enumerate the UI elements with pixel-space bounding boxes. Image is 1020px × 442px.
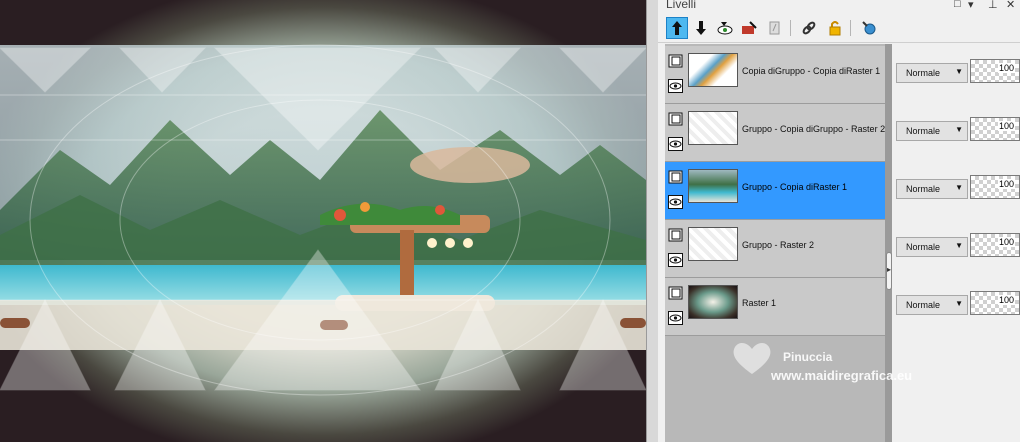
eye-icon[interactable]	[668, 79, 683, 93]
layer-visibility-toggle-icon[interactable]	[668, 54, 683, 68]
new-mask-layer-icon	[717, 22, 733, 35]
blend-mode-value: Normale	[906, 184, 941, 194]
layer-row[interactable]: Copia diGruppo - Copia diRaster 1	[665, 46, 885, 104]
chevron-down-icon: ▼	[955, 125, 963, 134]
blend-mode-value: Normale	[906, 242, 941, 252]
new-raster-layer-icon	[672, 21, 682, 35]
opacity-value: 100	[997, 63, 1015, 73]
watermark-name: Pinuccia	[783, 350, 833, 364]
duplicate-layer-icon	[769, 21, 780, 35]
opacity-field[interactable]: 100	[970, 117, 1020, 141]
blend-mode-value: Normale	[906, 68, 941, 78]
layer-visibility-toggle-icon[interactable]	[668, 112, 683, 126]
layer-row[interactable]: Gruppo - Copia diGruppo - Raster 2	[665, 104, 885, 162]
layer-blend-row: Normale ▼ 100	[894, 104, 1020, 162]
eye-icon[interactable]	[668, 137, 683, 151]
blend-mode-value: Normale	[906, 126, 941, 136]
delete-layer-icon	[862, 21, 876, 35]
new-mask-layer-button[interactable]	[714, 17, 736, 39]
layer-blend-row: Normale ▼ 100	[894, 162, 1020, 220]
layer-thumbnail[interactable]	[688, 227, 738, 261]
layer-visibility-toggle-icon[interactable]	[668, 228, 683, 242]
layer-name[interactable]: Raster 1	[742, 298, 776, 308]
eye-icon[interactable]	[668, 253, 683, 267]
blend-mode-select[interactable]: Normale ▼	[896, 121, 968, 141]
blend-mode-select[interactable]: Normale ▼	[896, 237, 968, 257]
canvas-artwork	[0, 0, 646, 442]
layer-name[interactable]: Gruppo - Copia diRaster 1	[742, 182, 847, 192]
opacity-value: 100	[997, 121, 1015, 131]
blend-mode-select[interactable]: Normale ▼	[896, 295, 968, 315]
lock-layer-icon	[829, 21, 841, 36]
expand-arrow-icon[interactable]: ▸	[887, 265, 891, 274]
new-adjustment-layer-button[interactable]	[738, 17, 760, 39]
layer-blend-row: Normale ▼ 100	[894, 46, 1020, 104]
layer-thumbnail[interactable]	[688, 169, 738, 203]
new-vector-layer-button[interactable]	[690, 17, 712, 39]
blend-mode-select[interactable]: Normale ▼	[896, 179, 968, 199]
pin-icon[interactable]: ⊥	[988, 0, 998, 11]
panel-titlebar: Livelli □ ▾ ⊥ ✕	[658, 0, 1020, 13]
layer-thumbnail[interactable]	[688, 53, 738, 87]
chevron-down-icon: ▼	[955, 183, 963, 192]
opacity-field[interactable]: 100	[970, 175, 1020, 199]
layer-blend-row: Normale ▼ 100	[894, 278, 1020, 336]
opacity-field[interactable]: 100	[970, 233, 1020, 257]
blend-mode-value: Normale	[906, 300, 941, 310]
opacity-value: 100	[997, 295, 1015, 305]
layer-name[interactable]: Copia diGruppo - Copia diRaster 1	[742, 66, 880, 76]
new-raster-layer-button[interactable]	[666, 17, 688, 39]
eye-icon[interactable]	[668, 311, 683, 325]
chevron-down-icon: ▼	[955, 299, 963, 308]
chevron-down-icon: ▼	[955, 241, 963, 250]
layer-row[interactable]: Gruppo - Raster 2	[665, 220, 885, 278]
layer-blend-row: Normale ▼ 100	[894, 220, 1020, 278]
layer-name[interactable]: Gruppo - Copia diGruppo - Raster 2	[742, 124, 885, 134]
opacity-value: 100	[997, 237, 1015, 247]
duplicate-layer-button[interactable]	[764, 17, 786, 39]
lock-layer-button[interactable]	[824, 17, 846, 39]
dropdown-icon[interactable]: ▾	[968, 0, 974, 11]
watermark-url: www.maidiregrafica.eu	[771, 368, 913, 383]
heart-logo-icon	[733, 343, 771, 374]
layer-row[interactable]: Gruppo - Copia diRaster 1	[665, 162, 885, 220]
link-layer-button[interactable]	[798, 17, 820, 39]
layer-visibility-toggle-icon[interactable]	[668, 170, 683, 184]
watermark: Pinuccia www.maidiregrafica.eu	[723, 330, 943, 390]
close-icon[interactable]: ✕	[1006, 0, 1015, 11]
opacity-value: 100	[997, 179, 1015, 189]
eye-icon[interactable]	[668, 195, 683, 209]
blend-mode-select[interactable]: Normale ▼	[896, 63, 968, 83]
layer-name[interactable]: Gruppo - Raster 2	[742, 240, 814, 250]
chevron-down-icon: ▼	[955, 67, 963, 76]
restore-icon[interactable]: □	[954, 0, 961, 10]
toolbar-separator	[790, 20, 791, 36]
new-vector-layer-icon	[696, 21, 706, 35]
layer-row[interactable]: Raster 1	[665, 278, 885, 336]
layers-toolbar	[658, 14, 1020, 43]
toolbar-separator	[850, 20, 851, 36]
opacity-field[interactable]: 100	[970, 291, 1020, 315]
opacity-field[interactable]: 100	[970, 59, 1020, 83]
layer-thumbnail[interactable]	[688, 285, 738, 319]
layer-visibility-toggle-icon[interactable]	[668, 286, 683, 300]
panel-title: Livelli	[666, 0, 697, 11]
delete-layer-button[interactable]	[858, 17, 880, 39]
image-canvas[interactable]	[0, 0, 646, 442]
layer-thumbnail[interactable]	[688, 111, 738, 145]
new-adjustment-layer-icon	[742, 21, 757, 34]
link-layer-icon	[802, 21, 816, 35]
